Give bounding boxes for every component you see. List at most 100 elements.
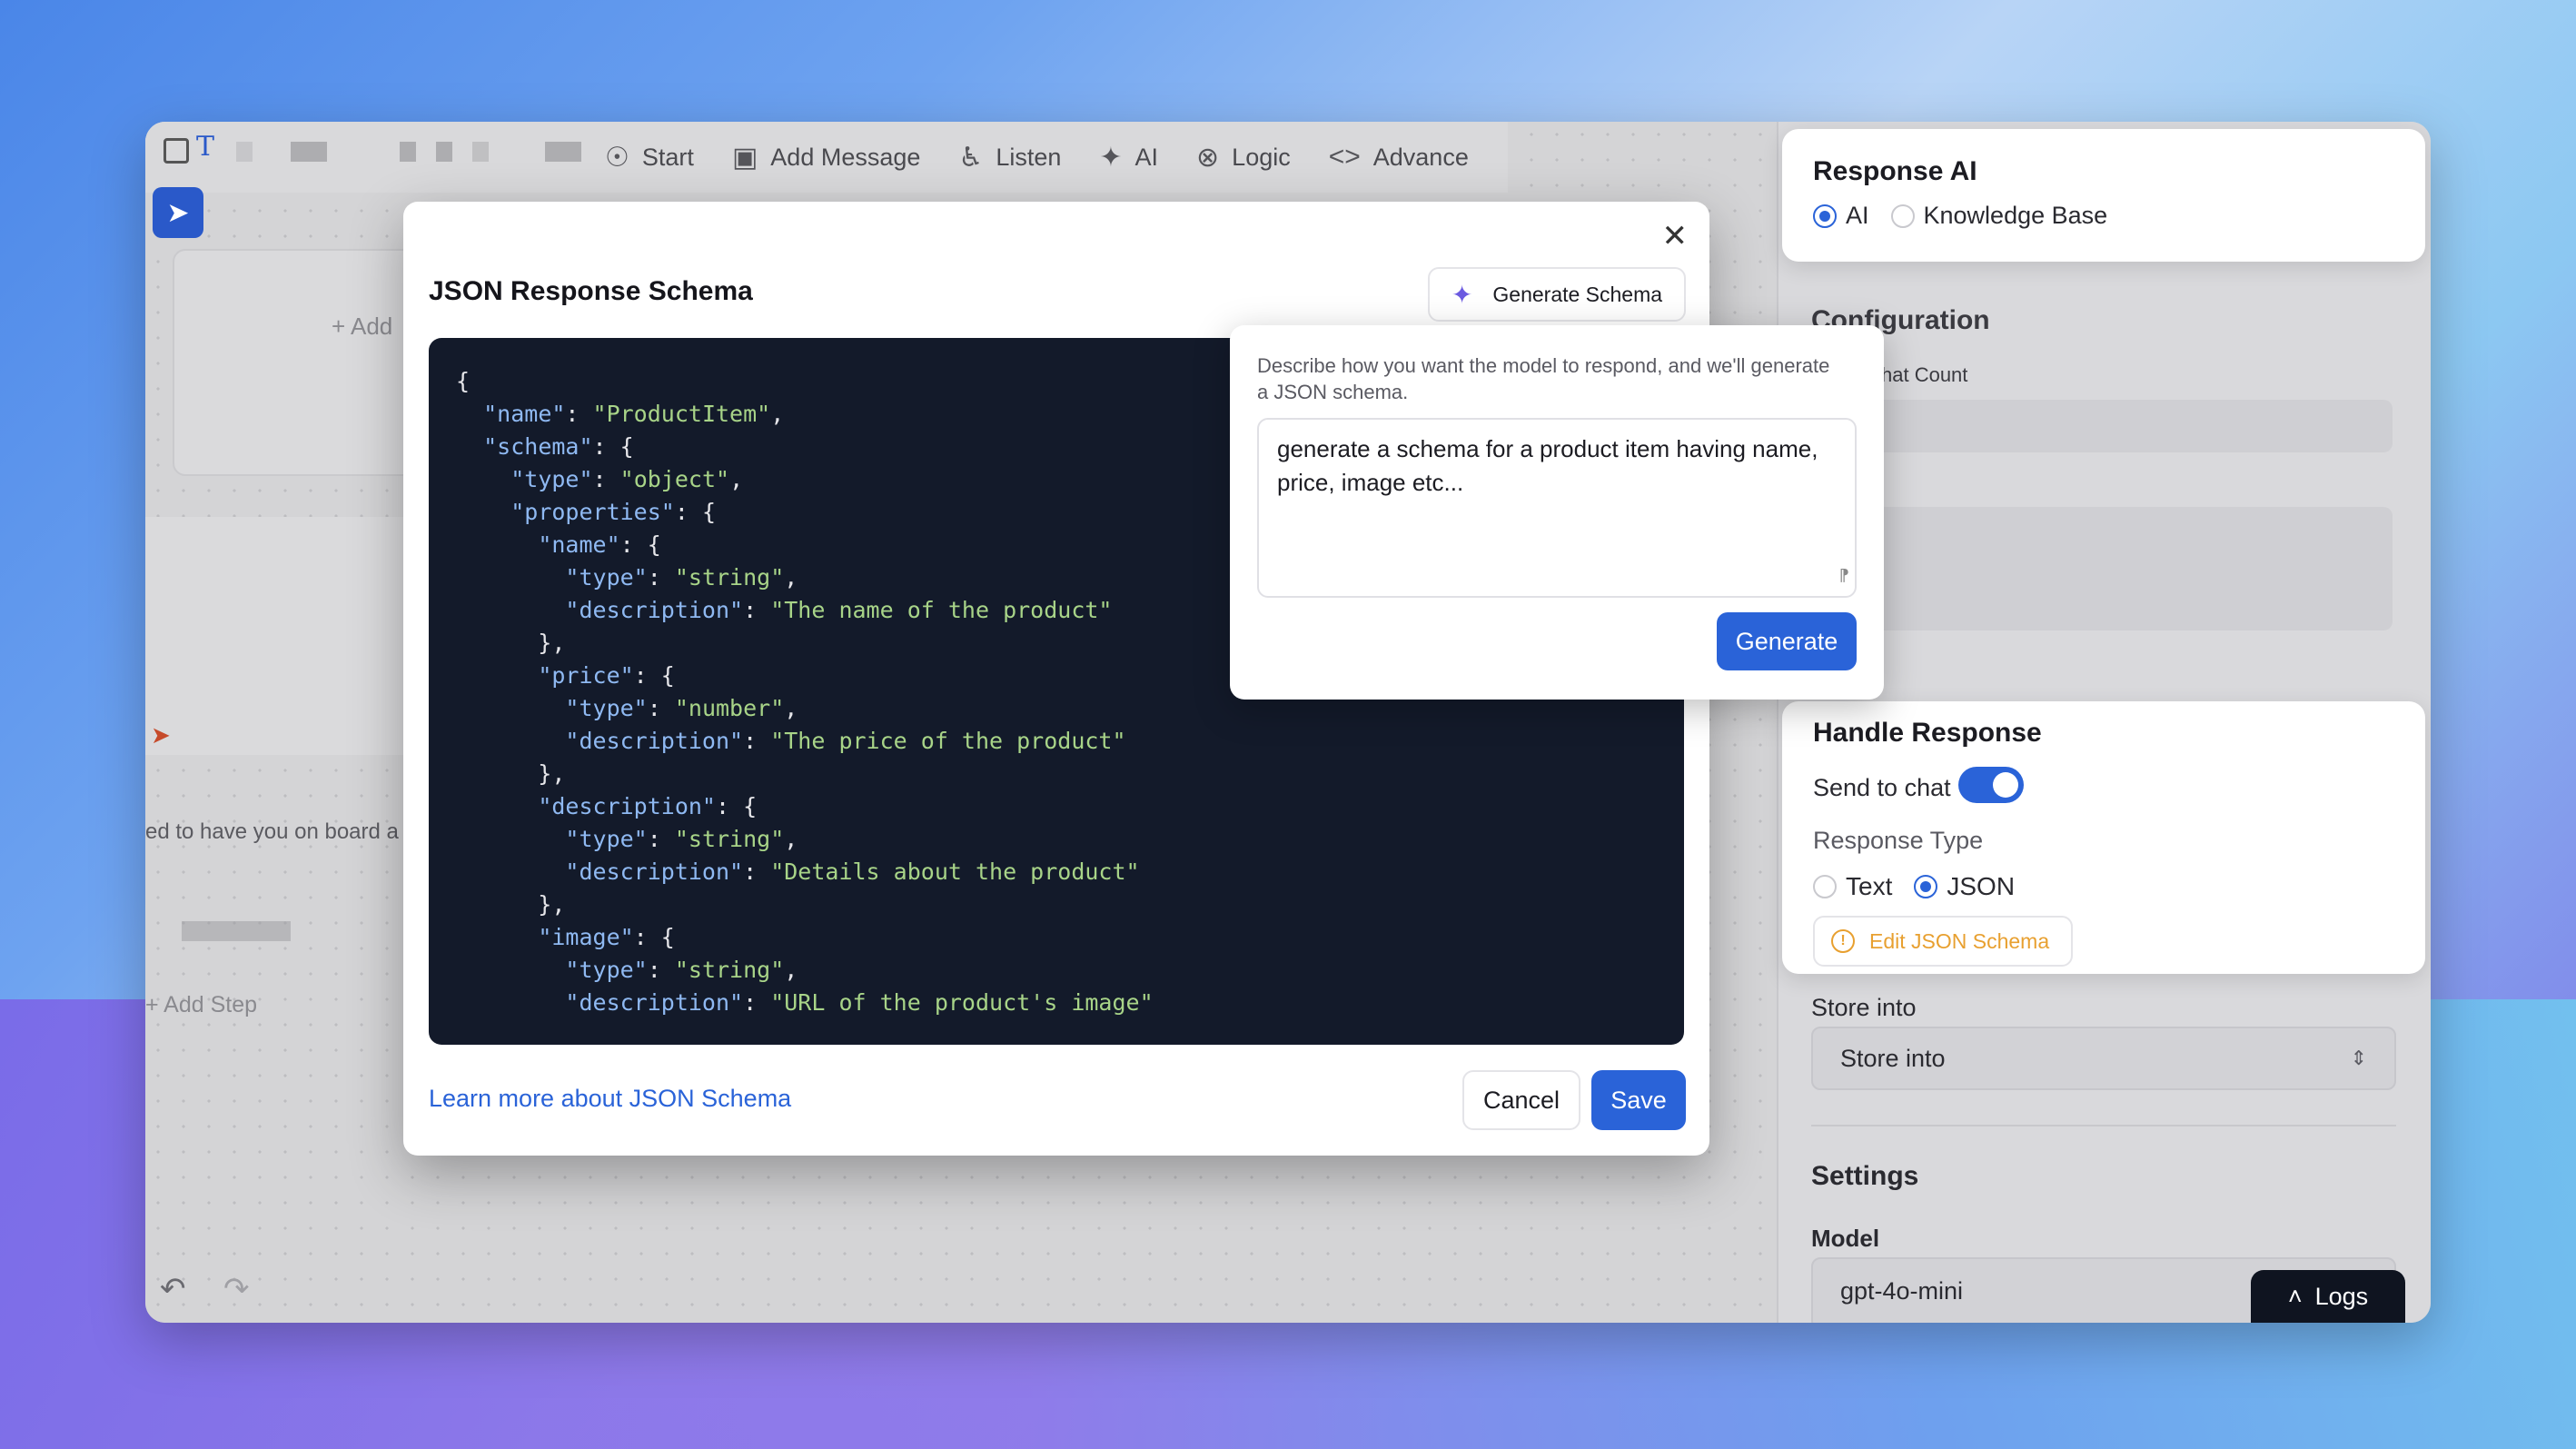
code-line: }, — [456, 888, 1684, 921]
toolbar-start[interactable]: ☉ Start — [605, 142, 694, 174]
code-punct: : — [743, 989, 771, 1016]
code-string: "string" — [674, 826, 785, 852]
schema-prompt-textarea[interactable]: generate a schema for a product item hav… — [1257, 418, 1857, 598]
code-key: "name" — [483, 401, 566, 427]
code-punct — [456, 957, 565, 983]
generate-schema-button[interactable]: ✦ Generate Schema — [1428, 267, 1686, 322]
instructions-textarea[interactable] — [1811, 507, 2393, 630]
code-line: "description": "URL of the product's ima… — [456, 987, 1684, 1019]
code-string: "The name of the product" — [770, 597, 1113, 623]
generate-button[interactable]: Generate — [1717, 612, 1857, 670]
popover-description: Describe how you want the model to respo… — [1257, 354, 1830, 403]
code-brackets-icon: <> — [1328, 142, 1361, 172]
close-icon[interactable]: ✕ — [1662, 218, 1689, 254]
cancel-button[interactable]: Cancel — [1462, 1070, 1580, 1130]
generate-schema-popover: Describe how you want the model to respo… — [1230, 325, 1884, 700]
redo-icon[interactable]: ↷ — [223, 1271, 250, 1307]
right-panel: Response AI AI Knowledge Base Configurat… — [1777, 122, 2431, 1323]
code-punct — [456, 401, 483, 427]
code-string: "number" — [674, 695, 785, 721]
toolbar-add-message[interactable]: ▣ Add Message — [732, 142, 920, 174]
code-punct: }, — [456, 891, 566, 918]
code-punct: : — [647, 564, 675, 591]
radio-knowledge-base[interactable] — [1890, 203, 1915, 228]
code-line: "type": "string", — [456, 954, 1684, 987]
toolbar: T ☉ Start ▣ Add Message ♿ Listen ✦ AI ⊗ Logic… — [145, 122, 1508, 193]
code-key: "type" — [565, 826, 648, 852]
undo-icon[interactable]: ↶ — [160, 1271, 186, 1307]
radio-ai[interactable] — [1813, 203, 1837, 228]
code-line: }, — [456, 758, 1684, 790]
add-step-link[interactable]: + Add Step — [145, 992, 257, 1018]
chevron-updown-icon: ⇕ — [2350, 1047, 2367, 1069]
code-punct: : { — [674, 499, 716, 525]
toolbar-label: Advance — [1372, 143, 1469, 171]
toolbar-mini-icons: T — [145, 122, 581, 193]
pixel-placeholder — [400, 142, 416, 162]
radio-json-label: JSON — [1947, 872, 2016, 900]
radio-json[interactable] — [1914, 875, 1938, 898]
add-step-label: Add Step — [163, 992, 258, 1017]
learn-more-link[interactable]: Learn more about JSON Schema — [429, 1085, 791, 1113]
settings-title: Settings — [1811, 1161, 1919, 1191]
store-into-select[interactable]: Store into ⇕ — [1811, 1027, 2396, 1090]
response-type-label: Response Type — [1813, 827, 1984, 854]
message-plus-icon: ▣ — [731, 142, 758, 173]
code-key: "image" — [538, 924, 634, 950]
handle-response-card: Handle Response Send to chat Response Ty… — [1782, 701, 2425, 974]
code-line: "description": "The price of the product… — [456, 725, 1684, 758]
resize-handle-icon[interactable]: ⁋ — [1839, 559, 1849, 592]
edit-json-schema-button[interactable]: ! Edit JSON Schema — [1813, 916, 2073, 967]
toolbar-ai[interactable]: ✦ AI — [1099, 142, 1158, 174]
response-ai-card: Response AI AI Knowledge Base — [1782, 129, 2425, 262]
code-string: "URL of the product's image" — [770, 989, 1154, 1016]
toolbar-logic[interactable]: ⊗ Logic — [1196, 142, 1291, 174]
radio-ai-label: AI — [1846, 202, 1869, 229]
pixel-placeholder — [436, 142, 452, 162]
code-punct — [456, 597, 565, 623]
code-punct: : { — [592, 433, 634, 460]
code-string: "Details about the product" — [770, 858, 1140, 885]
save-button[interactable]: Save — [1591, 1070, 1686, 1130]
panel-toggle-icon[interactable] — [163, 138, 189, 164]
code-punct — [456, 858, 565, 885]
code-line: "image": { — [456, 921, 1684, 954]
chevron-up-icon: ˄ — [2287, 1282, 2303, 1310]
toolbar-label: Logic — [1232, 143, 1291, 171]
text-tool-icon[interactable]: T — [196, 131, 214, 163]
toolbar-label: AI — [1134, 143, 1159, 171]
code-key: "type" — [565, 564, 648, 591]
add-node-link[interactable]: + Add — [332, 313, 392, 341]
radio-knowledge-base-label: Knowledge Base — [1923, 202, 2108, 229]
code-key: "description" — [565, 728, 744, 754]
flow-node[interactable] — [173, 249, 436, 476]
pixel-placeholder — [545, 142, 581, 162]
code-punct — [456, 793, 538, 819]
send-to-chat-toggle[interactable] — [1958, 767, 2024, 803]
chat-count-input[interactable] — [1811, 400, 2393, 452]
code-punct: : { — [633, 924, 675, 950]
store-into-value: Store into — [1840, 1044, 1946, 1072]
toolbar-label: Add Message — [770, 143, 921, 171]
code-key: "description" — [565, 858, 744, 885]
code-punct: , — [770, 401, 785, 427]
code-punct — [456, 433, 483, 460]
code-punct: : — [592, 466, 620, 492]
code-key: "properties" — [510, 499, 675, 525]
radio-text[interactable] — [1813, 875, 1837, 898]
code-punct: : { — [619, 531, 661, 558]
message-preview: ed to have you on board a — [145, 819, 399, 844]
flow-node-body — [145, 517, 409, 755]
response-ai-options: AI Knowledge Base — [1813, 202, 2107, 230]
code-punct: : — [647, 695, 675, 721]
code-string: "object" — [619, 466, 730, 492]
toolbar-listen[interactable]: ♿ Listen — [958, 142, 1061, 174]
edit-json-schema-label: Edit JSON Schema — [1869, 928, 2050, 953]
add-node-label: Add — [350, 313, 393, 340]
pointer-tool-button[interactable]: ➤ — [153, 187, 203, 238]
code-punct — [456, 662, 538, 689]
logs-button[interactable]: ˄ Logs — [2251, 1270, 2405, 1323]
code-line: "description": "Details about the produc… — [456, 856, 1684, 888]
code-key: "type" — [565, 957, 648, 983]
toolbar-advance[interactable]: <> Advance — [1329, 142, 1469, 173]
